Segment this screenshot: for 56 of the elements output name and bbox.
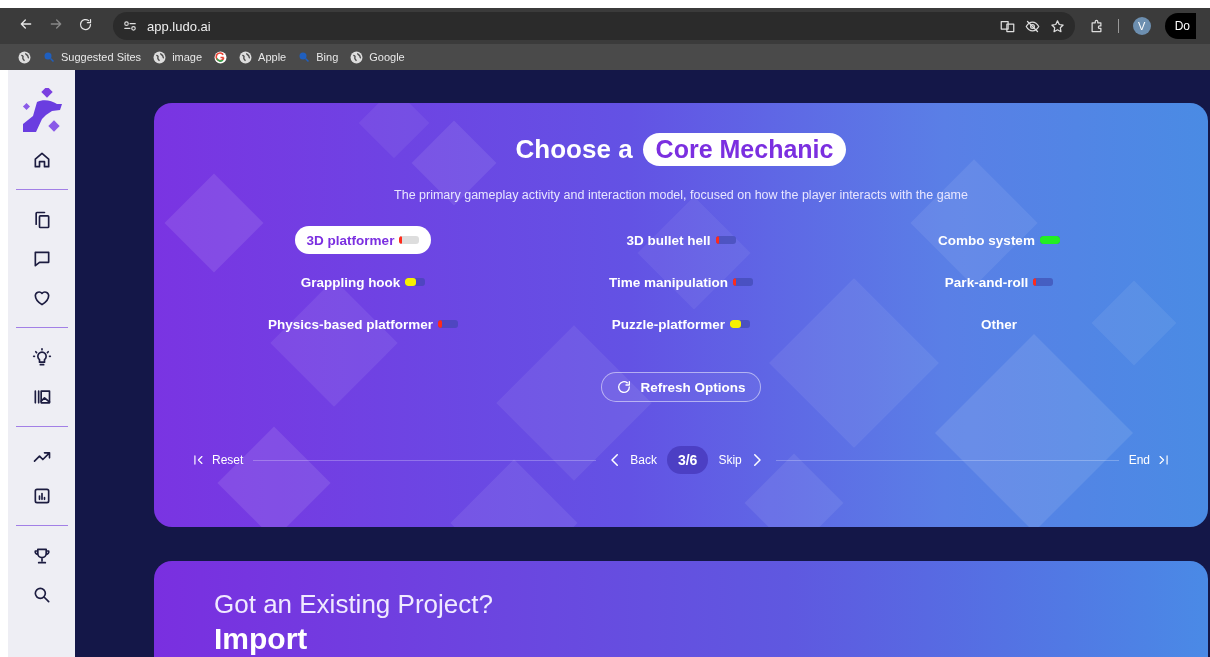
rating-meter [399,236,420,244]
search-icon [298,51,311,63]
step-counter: 3/6 [666,446,709,474]
profile-button[interactable]: Do [1164,13,1196,39]
mechanic-option[interactable]: Physics-based platformer [255,310,471,338]
mechanic-option[interactable]: Time manipulation [597,268,765,296]
import-heading: Import [214,622,309,657]
rating-meter [715,236,736,244]
mechanic-option[interactable]: Combo system [926,226,1072,254]
globe-icon [350,50,364,64]
globe-icon [18,50,31,64]
back-button[interactable]: Back [606,451,657,469]
forward-icon[interactable] [48,16,64,32]
search-icon [43,51,55,63]
refresh-icon[interactable] [616,379,633,395]
bookmark[interactable]: Apple [239,50,287,64]
first-icon[interactable] [192,453,206,467]
back-icon[interactable] [18,16,34,32]
reload-icon[interactable] [78,16,93,32]
bookmark[interactable]: Bing [298,51,339,63]
card-subtitle: The primary gameplay activity and interaction model, focused on how the player interacts with the game [394,188,968,202]
mechanic-option[interactable]: Puzzle-platformer [599,310,763,338]
profile-avatar[interactable]: V [1132,17,1151,35]
eye-off-icon[interactable] [1024,18,1040,34]
globe-icon [153,50,167,64]
bookmark[interactable]: Google [350,50,405,64]
mechanic-option[interactable]: 3D platformer [294,226,432,254]
rating-meter [438,320,459,328]
rating-meter [733,278,753,286]
rating-meter [1033,278,1054,286]
bookmark[interactable]: image [153,50,203,64]
mechanic-option[interactable]: Grappling hook [288,268,438,296]
address-text[interactable]: app.ludo.ai [147,18,211,34]
mechanic-option[interactable]: Other [969,310,1029,338]
lightbulb-icon[interactable] [31,347,52,368]
card-title: Choose a [515,134,633,165]
translate-icon[interactable] [999,18,1015,34]
highlight-pill: Core Mechanic [642,133,847,166]
rating-meter [405,278,426,286]
mechanic-option[interactable]: 3D bullet hell [614,226,748,254]
skip-button[interactable]: Skip [718,451,766,469]
refresh-button[interactable]: Refresh Options [601,372,761,402]
bookmark[interactable] [214,50,228,64]
last-icon[interactable] [1156,453,1170,467]
extensions-icon[interactable] [1088,18,1104,34]
reset-button[interactable]: Reset [192,453,244,467]
google-icon [214,50,228,64]
end-button[interactable]: End [1128,453,1170,467]
star-icon[interactable] [1049,18,1065,34]
import-title: Got an Existing Project? [214,589,494,620]
rating-meter [1039,236,1060,244]
bookmark[interactable]: Suggested Sites [43,51,142,63]
rating-meter [730,320,751,328]
globe-icon [239,50,253,64]
site-settings-icon[interactable] [123,19,137,33]
mechanic-option[interactable]: Park-and-roll [932,268,1066,296]
